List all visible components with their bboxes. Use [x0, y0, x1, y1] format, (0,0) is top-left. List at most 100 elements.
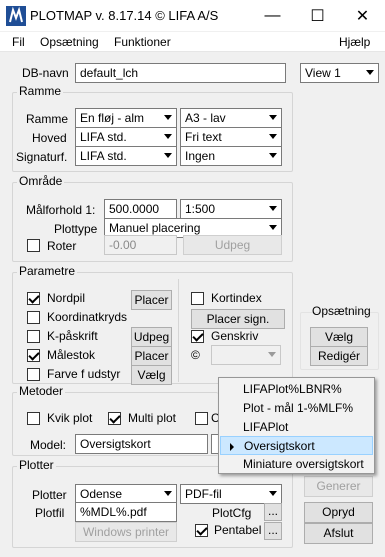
windows-printer-button[interactable]: Windows printer — [75, 522, 177, 542]
signature-select[interactable]: LIFA std. — [75, 146, 177, 166]
nordpil-label: Nordpil — [47, 291, 86, 305]
signature-type-select-value: Ingen — [185, 149, 216, 163]
place-signature-button[interactable]: Placer sign. — [191, 309, 285, 329]
farve-label: Farve f udstyr — [47, 367, 121, 381]
model-dropdown-menu: LIFAPlot%LBNR% Plot - mål 1-%MLF% LIFAPl… — [218, 377, 375, 474]
kortindex-checkbox[interactable] — [191, 292, 204, 305]
plotter-select-value: Odense — [80, 487, 123, 501]
chevron-down-icon — [269, 153, 277, 158]
header-text-select-value: Fri text — [185, 130, 222, 144]
plotcfg-label: PlotCfg — [212, 506, 252, 520]
genskriv-label: Genskriv — [211, 329, 259, 343]
frame-select[interactable]: En fløj - alm — [75, 108, 177, 128]
frame-select-value: En fløj - alm — [80, 111, 145, 125]
scale-label: Målforhold 1: — [26, 203, 96, 217]
menu-item-plot-maal[interactable]: Plot - mål 1-%MLF% — [220, 399, 373, 418]
chevron-down-icon — [164, 134, 172, 139]
chevron-down-icon — [269, 491, 277, 496]
model-field[interactable]: Oversigtskort — [75, 434, 208, 454]
multi-plot-checkbox[interactable] — [108, 412, 121, 425]
rotate-label: Roter — [47, 239, 77, 253]
kpaaskrift-pick-button[interactable]: Udpeg — [131, 327, 172, 347]
koordinatkryds-checkbox[interactable] — [27, 311, 40, 324]
pentabel-checkbox[interactable] — [195, 524, 208, 537]
scale-select[interactable]: 1:500 — [180, 199, 282, 219]
menu-functions[interactable]: Funktioner — [114, 35, 171, 49]
view-select[interactable]: View 1 — [300, 63, 379, 83]
kvik-plot-checkbox[interactable] — [27, 412, 40, 425]
plottype-label: Plottype — [54, 222, 98, 236]
rotate-checkbox[interactable] — [27, 239, 40, 252]
setup-choose-button[interactable]: Vælg — [310, 327, 368, 347]
frame-group-title: Ramme — [17, 84, 64, 98]
third-method-checkbox[interactable] — [195, 412, 208, 425]
maximize-button[interactable]: ☐ — [295, 0, 340, 31]
setup-group-title: Opsætning — [312, 304, 371, 318]
menu-file[interactable]: Fil — [12, 35, 25, 49]
setup-edit-button[interactable]: Redigér — [310, 346, 368, 366]
header-select[interactable]: LIFA std. — [75, 127, 177, 147]
plotter-label: Plotter — [32, 488, 67, 502]
chevron-down-icon — [269, 225, 277, 230]
menu-item-lifaplot-lbnr[interactable]: LIFAPlot%LBNR% — [220, 380, 373, 399]
methods-group-title: Metoder — [17, 384, 66, 398]
plotcfg-browse-button[interactable]: ... — [264, 503, 282, 521]
parameters-group-title: Parametre — [17, 264, 78, 278]
kortindex-label: Kortindex — [211, 291, 262, 305]
close-window-button[interactable]: ✕ — [340, 0, 385, 31]
header-row-label: Hoved — [32, 131, 67, 145]
menu-item-lifaplot[interactable]: LIFAPlot — [220, 418, 373, 437]
signature-type-select[interactable]: Ingen — [180, 146, 282, 166]
maalestok-place-button[interactable]: Placer — [131, 346, 172, 366]
menu-setup[interactable]: Opsætning — [40, 35, 99, 49]
db-name-label: DB-navn — [22, 66, 69, 80]
view-select-value: View 1 — [305, 66, 341, 80]
copyright-select[interactable] — [211, 345, 281, 365]
copyright-label: © — [191, 348, 200, 362]
plotter-select[interactable]: Odense — [75, 484, 177, 504]
area-group-title: Område — [17, 174, 65, 188]
generate-button[interactable]: Generer — [304, 476, 373, 497]
scale-field[interactable]: 500.0000 — [104, 199, 177, 219]
header-text-select[interactable]: Fri text — [180, 127, 282, 147]
pentabel-browse-button[interactable]: ... — [264, 522, 282, 540]
kpaaskrift-checkbox[interactable] — [27, 330, 40, 343]
chevron-down-icon — [269, 206, 277, 211]
menu-item-oversigtskort-label: Oversigtskort — [244, 439, 315, 453]
nordpil-place-button[interactable]: Placer — [131, 290, 172, 310]
output-format-select[interactable]: PDF-fil — [180, 484, 282, 504]
paper-size-select[interactable]: A3 - lav — [180, 108, 282, 128]
chevron-down-icon — [269, 115, 277, 120]
chevron-down-icon — [268, 352, 276, 357]
chevron-down-icon — [269, 134, 277, 139]
signature-row-label: Signaturf. — [16, 150, 68, 164]
plotfile-field[interactable]: %MDL%.pdf — [75, 502, 177, 522]
scale-select-value: 1:500 — [185, 202, 216, 216]
farve-choose-button[interactable]: Vælg — [131, 365, 172, 385]
header-select-value: LIFA std. — [80, 130, 127, 144]
chevron-down-icon — [164, 491, 172, 496]
menu-help[interactable]: Hjælp — [339, 35, 370, 49]
refresh-button[interactable]: Opryd — [304, 502, 373, 523]
paper-size-select-value: A3 - lav — [185, 111, 226, 125]
exit-button[interactable]: Afslut — [304, 523, 373, 544]
menu-bar: Fil Opsætning Funktioner Hjælp — [0, 32, 385, 52]
db-name-field[interactable]: default_lch — [75, 63, 286, 83]
rotate-angle-field[interactable]: -0.00 — [104, 235, 177, 255]
selected-bullet-icon — [230, 443, 234, 451]
kpaaskrift-label: K-påskrift — [47, 329, 98, 343]
model-label: Model: — [30, 438, 67, 452]
maalestok-label: Målestok — [47, 348, 96, 362]
chevron-down-icon — [164, 115, 172, 120]
minimize-button[interactable]: — — [250, 0, 295, 31]
menu-item-oversigtskort[interactable]: Oversigtskort — [220, 436, 373, 455]
farve-checkbox[interactable] — [27, 368, 40, 381]
multi-plot-label: Multi plot — [128, 411, 177, 425]
window-title: PLOTMAP v. 8.17.14 © LIFA A/S — [30, 8, 219, 23]
maalestok-checkbox[interactable] — [27, 349, 40, 362]
rotate-pick-button[interactable]: Udpeg — [183, 235, 282, 255]
plotfile-label: Plotfil — [35, 506, 65, 520]
menu-item-miniature[interactable]: Miniature oversigtskort — [220, 455, 373, 474]
genskriv-checkbox[interactable] — [191, 330, 204, 343]
nordpil-checkbox[interactable] — [27, 292, 40, 305]
